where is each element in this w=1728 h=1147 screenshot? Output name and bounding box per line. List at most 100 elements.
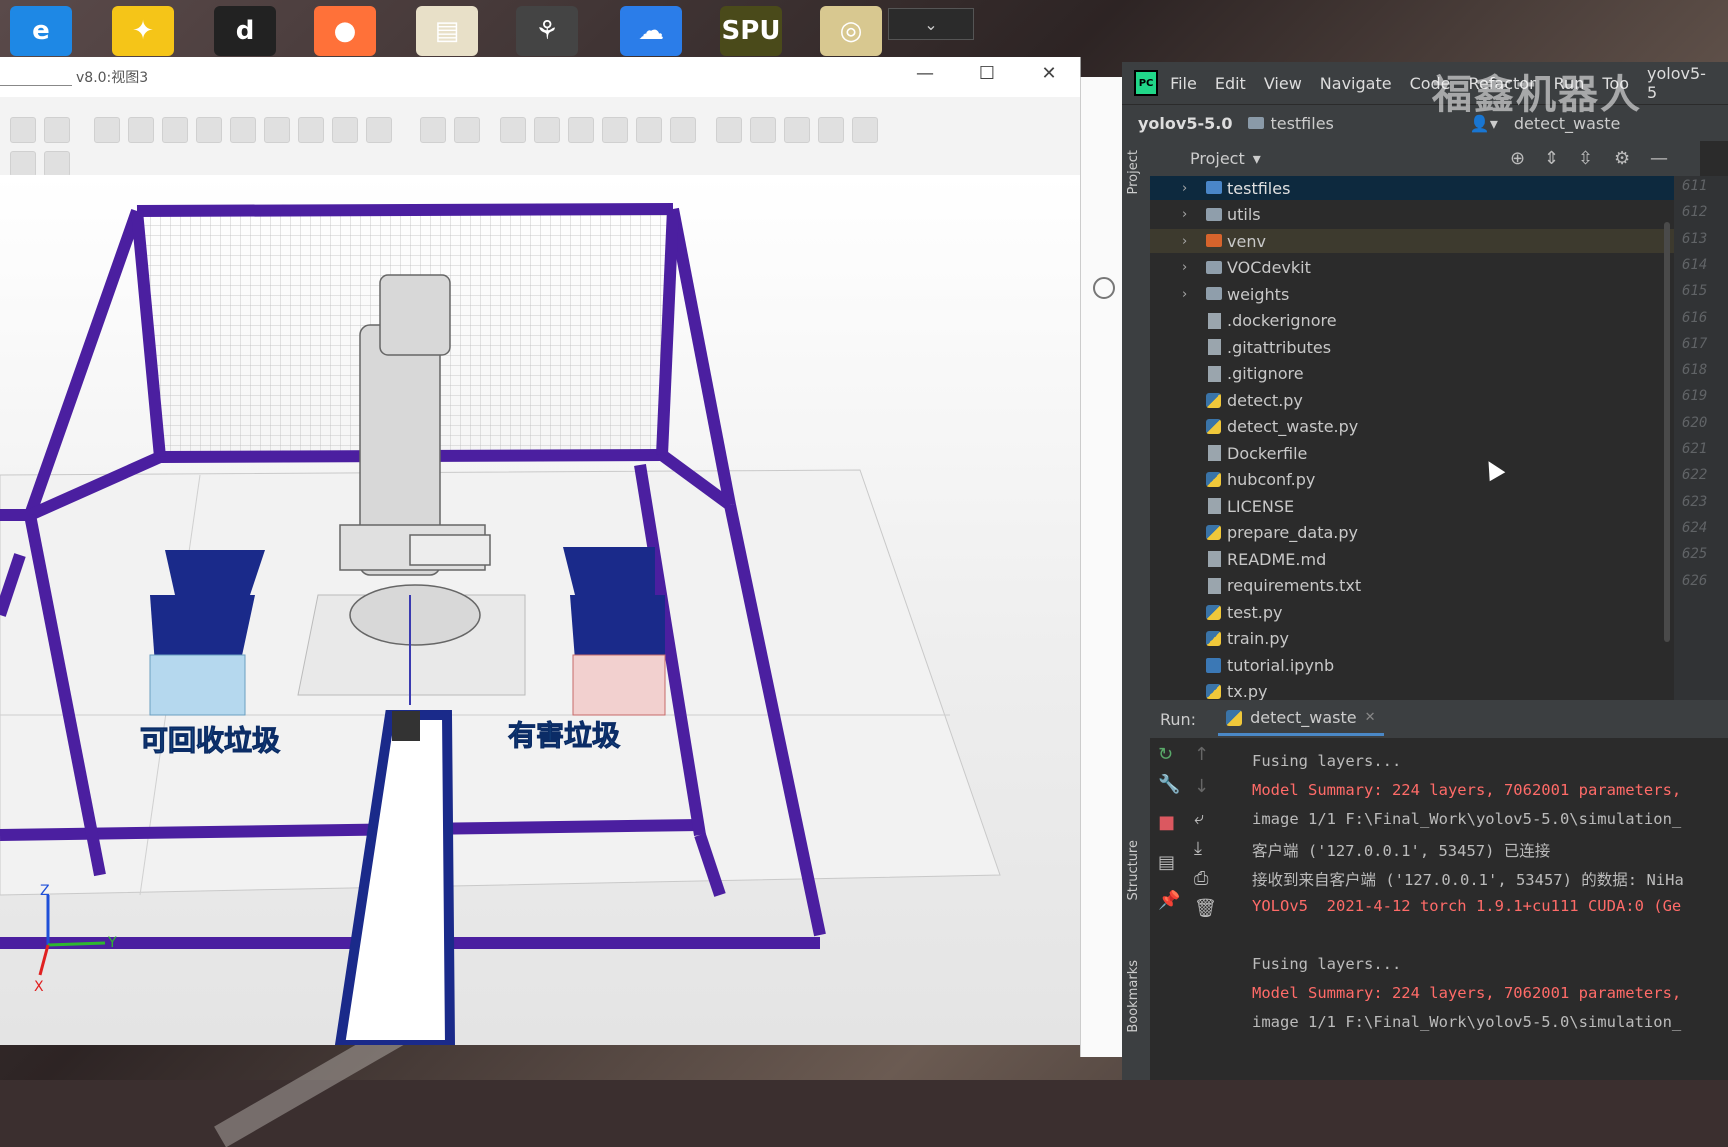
- maximize-button[interactable]: ☐: [972, 63, 1002, 84]
- tree-item[interactable]: .gitignore: [1150, 362, 1674, 386]
- structure-tool-tab[interactable]: Structure: [1126, 840, 1141, 900]
- menu-view[interactable]: View: [1264, 74, 1302, 93]
- toolbar-tool-icon[interactable]: [264, 117, 290, 143]
- stop-icon[interactable]: ■: [1158, 812, 1175, 833]
- layout-icon[interactable]: ▤: [1158, 852, 1175, 873]
- tree-item[interactable]: requirements.txt: [1150, 574, 1674, 598]
- tree-item[interactable]: .gitattributes: [1150, 335, 1674, 359]
- toolbar-tool-icon[interactable]: [10, 151, 36, 177]
- collapse-all-icon[interactable]: ⇳: [1578, 148, 1593, 169]
- tree-item[interactable]: hubconf.py: [1150, 468, 1674, 492]
- toolbar-tool-icon[interactable]: [10, 117, 36, 143]
- media-player-icon[interactable]: ✦: [112, 6, 174, 56]
- tree-item[interactable]: train.py: [1150, 627, 1674, 651]
- hide-icon[interactable]: —: [1650, 148, 1668, 169]
- ie-icon[interactable]: e: [10, 6, 72, 56]
- document-icon[interactable]: ▤: [416, 6, 478, 56]
- toolbar-tool-icon[interactable]: [670, 117, 696, 143]
- tree-item[interactable]: LICENSE: [1150, 494, 1674, 518]
- graph-app-icon[interactable]: ⚘: [516, 6, 578, 56]
- soft-wrap-icon[interactable]: ⤶: [1194, 808, 1204, 829]
- toolbar-tool-icon[interactable]: [852, 117, 878, 143]
- menu-navigate[interactable]: Navigate: [1320, 74, 1392, 93]
- trash-icon[interactable]: 🗑: [1194, 898, 1217, 919]
- chevron-down-icon[interactable]: ⌄: [888, 8, 974, 40]
- toolbar-tool-icon[interactable]: [784, 117, 810, 143]
- 3d-viewport[interactable]: 可回收垃圾 有害垃圾 Z Y X: [0, 175, 1080, 1045]
- chevron-right-icon[interactable]: ›: [1182, 260, 1187, 275]
- toolbar-tool-icon[interactable]: [454, 117, 480, 143]
- pin-icon[interactable]: 📌: [1158, 890, 1180, 911]
- wrench-icon[interactable]: 🔧: [1158, 774, 1180, 795]
- toolbar-tool-icon[interactable]: [568, 117, 594, 143]
- toolbar-tool-icon[interactable]: [94, 117, 120, 143]
- firefox-icon[interactable]: ●: [314, 6, 376, 56]
- toolbar-tool-icon[interactable]: [716, 117, 742, 143]
- run-tab-detect-waste[interactable]: detect_waste ✕: [1218, 702, 1384, 736]
- run-console[interactable]: Fusing layers... Model Summary: 224 layer…: [1240, 738, 1728, 1080]
- chevron-right-icon[interactable]: ›: [1182, 207, 1187, 222]
- tree-item[interactable]: › utils: [1150, 203, 1674, 227]
- toolbar-tool-icon[interactable]: [602, 117, 628, 143]
- toolbar-tool-icon[interactable]: [128, 117, 154, 143]
- breadcrumb-folder[interactable]: testfiles: [1248, 114, 1334, 133]
- menu-edit[interactable]: Edit: [1215, 74, 1246, 93]
- toolbar-tool-icon[interactable]: [366, 117, 392, 143]
- toolbar-tool-icon[interactable]: [534, 117, 560, 143]
- toolbar-tool-icon[interactable]: [332, 117, 358, 143]
- toolbar-tool-icon[interactable]: [230, 117, 256, 143]
- tree-scrollbar[interactable]: [1664, 222, 1670, 642]
- chevron-right-icon[interactable]: ›: [1182, 287, 1187, 302]
- tree-item[interactable]: › venv: [1150, 229, 1674, 253]
- breadcrumb-project[interactable]: yolov5-5.0: [1138, 114, 1232, 133]
- toolbar-tool-icon[interactable]: [818, 117, 844, 143]
- cloud-icon[interactable]: ☁: [620, 6, 682, 56]
- down-arrow-icon[interactable]: ↓: [1194, 776, 1209, 797]
- toolbar-tool-icon[interactable]: [500, 117, 526, 143]
- bookmarks-tool-tab[interactable]: Bookmarks: [1126, 960, 1141, 1033]
- tree-item[interactable]: › VOCdevkit: [1150, 256, 1674, 280]
- toolbar-tool-icon[interactable]: [750, 117, 776, 143]
- console-line: image 1/1 F:\Final_Work\yolov5-5.0\simul…: [1252, 1013, 1682, 1031]
- tree-item-label: venv: [1227, 231, 1266, 251]
- tree-item[interactable]: prepare_data.py: [1150, 521, 1674, 545]
- toolbar-tool-icon[interactable]: [196, 117, 222, 143]
- close-button[interactable]: ✕: [1034, 63, 1064, 84]
- tree-item[interactable]: test.py: [1150, 600, 1674, 624]
- tree-item[interactable]: › testfiles: [1150, 176, 1674, 200]
- tree-item[interactable]: .dockerignore: [1150, 309, 1674, 333]
- project-tool-tab[interactable]: Project: [1126, 150, 1141, 194]
- chevron-right-icon[interactable]: ›: [1182, 181, 1187, 196]
- scroll-to-end-icon[interactable]: ⤓: [1194, 838, 1202, 859]
- tree-item[interactable]: tutorial.ipynb: [1150, 653, 1674, 677]
- tree-item[interactable]: README.md: [1150, 547, 1674, 571]
- tree-item[interactable]: detect_waste.py: [1150, 415, 1674, 439]
- gear-icon[interactable]: ⚙: [1614, 148, 1630, 169]
- d-app-icon[interactable]: d: [214, 6, 276, 56]
- chevron-down-icon[interactable]: ▾: [1253, 149, 1261, 168]
- locate-icon[interactable]: ⊕: [1510, 148, 1525, 169]
- toolbar-tool-icon[interactable]: [298, 117, 324, 143]
- rerun-icon[interactable]: ↻: [1158, 744, 1173, 765]
- toolbar-tool-icon[interactable]: [420, 117, 446, 143]
- toolbar-tool-icon[interactable]: [44, 151, 70, 177]
- tree-item[interactable]: detect.py: [1150, 388, 1674, 412]
- line-number: 626: [1682, 572, 1708, 589]
- up-arrow-icon[interactable]: ↑: [1194, 744, 1209, 765]
- menu-file[interactable]: File: [1170, 74, 1197, 93]
- toolbar-tool-icon[interactable]: [162, 117, 188, 143]
- spu-app-icon[interactable]: SPU: [720, 6, 782, 56]
- toolbar-tool-icon[interactable]: [44, 117, 70, 143]
- chevron-right-icon[interactable]: ›: [1182, 234, 1187, 249]
- expand-all-icon[interactable]: ⇕: [1544, 148, 1559, 169]
- radio-icon[interactable]: [1093, 277, 1115, 299]
- print-icon[interactable]: ⎙: [1194, 868, 1208, 889]
- minimize-button[interactable]: —: [910, 63, 940, 84]
- tool-app-icon[interactable]: ◎: [820, 6, 882, 56]
- tree-item[interactable]: Dockerfile: [1150, 441, 1674, 465]
- toolbar-tool-icon[interactable]: [636, 117, 662, 143]
- close-tab-icon[interactable]: ✕: [1365, 710, 1376, 725]
- folder-icon: [1206, 234, 1222, 247]
- project-dropdown[interactable]: Project: [1190, 149, 1245, 168]
- tree-item[interactable]: › weights: [1150, 282, 1674, 306]
